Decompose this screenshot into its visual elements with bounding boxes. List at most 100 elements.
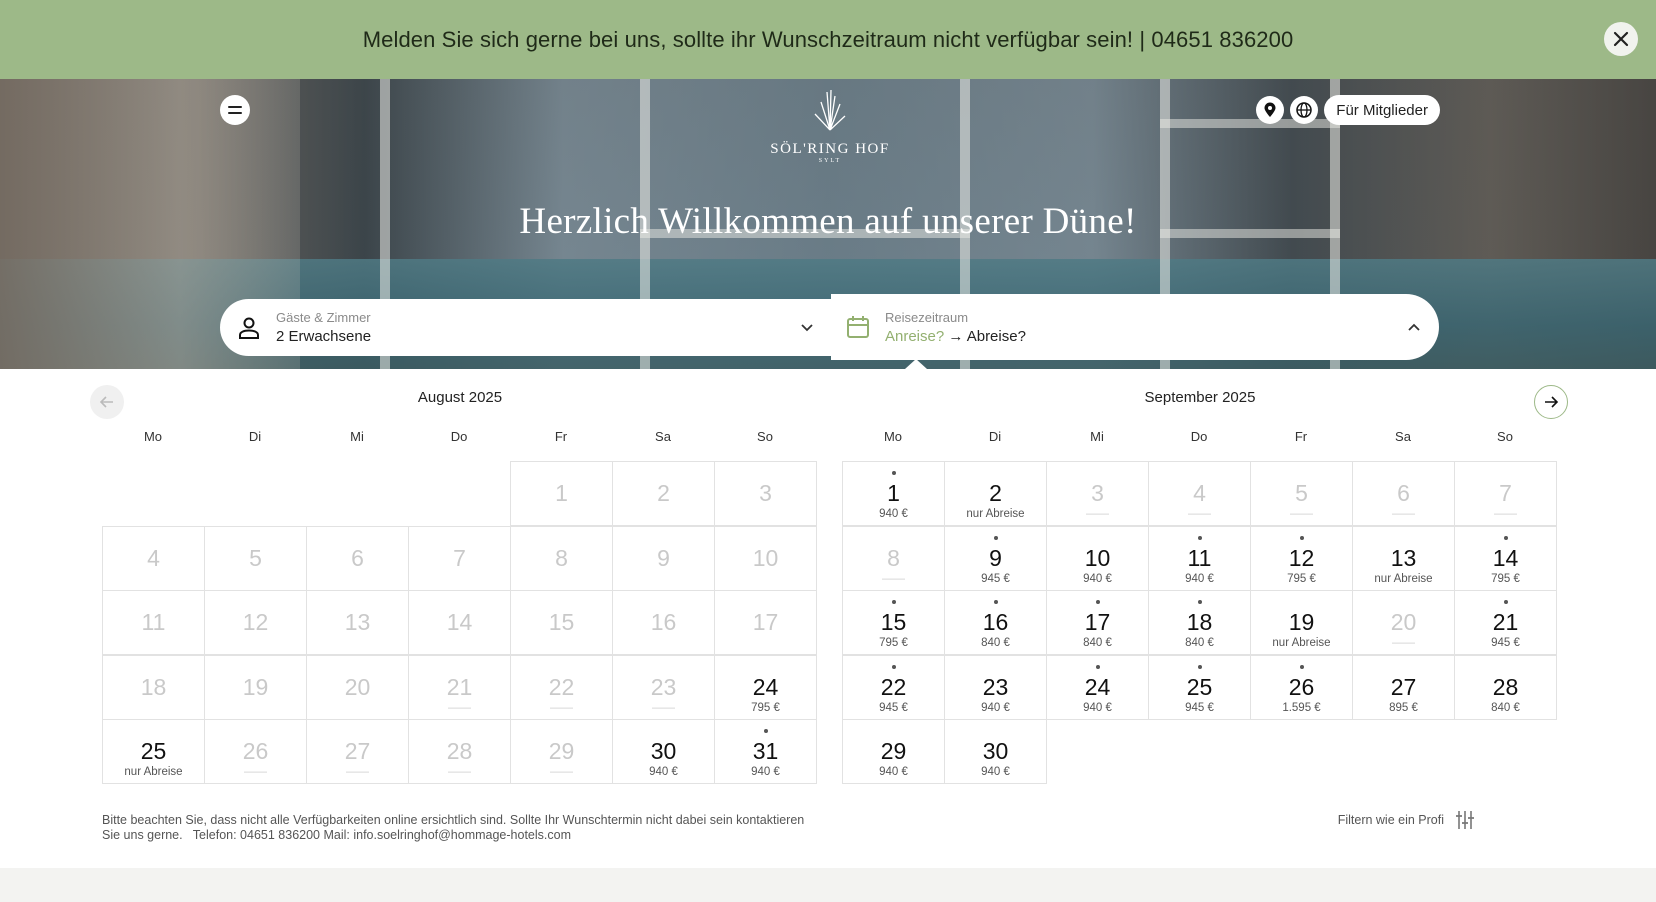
hotel-logo[interactable]: SÖL'RING HOF SYLT: [770, 88, 890, 168]
weekday-header: Mo Di Mi Do Fr Sa So: [842, 429, 1556, 444]
day-cell[interactable]: 23 940 €: [944, 654, 1047, 720]
day-price: 940 €: [879, 508, 908, 520]
day-number: 8: [555, 544, 568, 571]
day-cell[interactable]: 10 940 €: [1046, 525, 1149, 591]
day-number: 25: [140, 738, 167, 764]
day-cell: 11: [102, 590, 205, 655]
day-cell: 29 ——: [510, 719, 613, 784]
day-cell[interactable]: 28 840 €: [1454, 654, 1557, 720]
day-cell[interactable]: 15 795 €: [842, 590, 945, 655]
travel-period-field[interactable]: Reisezeitraum Anreise? → Abreise?: [831, 294, 1439, 360]
day-cell[interactable]: 25 nur Abreise: [102, 719, 205, 784]
day-number: 3: [759, 480, 772, 506]
day-price: 940 €: [981, 766, 1010, 778]
location-button[interactable]: [1256, 96, 1285, 124]
day-cell[interactable]: 2 nur Abreise: [944, 461, 1047, 526]
day-price: ——: [652, 701, 675, 714]
day-cell[interactable]: 26 1.595 €: [1250, 654, 1353, 720]
availability-dot: [763, 729, 768, 733]
day-number: 28: [1492, 673, 1519, 700]
day-cell[interactable]: 24 940 €: [1046, 654, 1149, 720]
day-number: 29: [880, 738, 907, 764]
day-cell[interactable]: 27 895 €: [1352, 654, 1455, 720]
day-number: 10: [752, 544, 779, 571]
day-number: 1: [887, 480, 900, 506]
day-number: 5: [249, 544, 262, 571]
day-number: 2: [989, 480, 1002, 506]
weekday-label: Sa: [1395, 429, 1411, 444]
travel-period-value: Anreise? → Abreise?: [885, 328, 1026, 345]
availability-dot: [891, 600, 896, 604]
weekday-label: Sa: [655, 429, 671, 444]
day-cell[interactable]: 31 940 €: [714, 719, 817, 784]
page: { "banner": {"text": "Melden Sie sich ge…: [0, 0, 1656, 902]
day-number: 13: [344, 609, 371, 635]
day-number: 5: [1295, 480, 1308, 506]
day-cell[interactable]: 25 945 €: [1148, 654, 1251, 720]
day-price: ——: [550, 766, 573, 778]
day-number: 7: [1499, 480, 1512, 506]
day-cell[interactable]: 16 840 €: [944, 590, 1047, 655]
day-number: 27: [344, 738, 371, 764]
day-cell[interactable]: 17 840 €: [1046, 590, 1149, 655]
day-price: 795 €: [1491, 572, 1520, 585]
day-number: 30: [982, 738, 1009, 764]
day-price: 795 €: [879, 637, 908, 649]
availability-dot: [1197, 664, 1202, 669]
day-number: 15: [880, 609, 907, 635]
day-cell[interactable]: 11 940 €: [1148, 525, 1251, 591]
day-number: 20: [1390, 609, 1417, 635]
day-cell[interactable]: 29 940 €: [842, 719, 945, 784]
day-cell: 4: [102, 525, 205, 591]
day-number: 19: [242, 673, 269, 700]
availability-dot: [1503, 535, 1508, 540]
day-number: 19: [1288, 609, 1315, 635]
availability-dot: [993, 535, 998, 540]
availability-dot: [1095, 664, 1100, 669]
day-cell[interactable]: 24 795 €: [714, 654, 817, 720]
day-cell[interactable]: 1 940 €: [842, 461, 945, 526]
person-icon: [239, 317, 259, 339]
day-number: 14: [1492, 544, 1519, 571]
chevron-up-icon: [1408, 323, 1420, 331]
day-price: ——: [550, 701, 573, 714]
globe-icon: [1296, 102, 1313, 118]
day-cell[interactable]: 12 795 €: [1250, 525, 1353, 591]
day-number: 30: [650, 738, 677, 764]
day-cell: 13: [306, 590, 409, 655]
day-cell[interactable]: 30 940 €: [612, 719, 715, 784]
day-cell: 14: [408, 590, 511, 655]
logo-name: SÖL'RING HOF: [770, 141, 890, 157]
day-cell: 2: [612, 461, 715, 526]
day-cell: 16: [612, 590, 715, 655]
day-number: 1: [555, 480, 568, 506]
day-price: 940 €: [879, 766, 908, 778]
menu-button[interactable]: [220, 95, 250, 125]
day-cell[interactable]: 21 945 €: [1454, 590, 1557, 655]
members-button[interactable]: Für Mitglieder: [1324, 95, 1440, 125]
language-button[interactable]: [1290, 96, 1319, 124]
day-cell[interactable]: 9 945 €: [944, 525, 1047, 591]
guests-rooms-field[interactable]: Gäste & Zimmer 2 Erwachsene: [220, 299, 832, 356]
banner-close-button[interactable]: [1604, 22, 1638, 56]
day-cell[interactable]: 19 nur Abreise: [1250, 590, 1353, 655]
day-price: ——: [346, 766, 369, 778]
note-line: Bitte beachten Sie, dass nicht alle Verf…: [102, 813, 805, 827]
weekday-label: Di: [988, 429, 1002, 444]
availability-dot: [1299, 535, 1304, 540]
day-number: 10: [1084, 544, 1111, 571]
day-cell[interactable]: 30 940 €: [944, 719, 1047, 784]
day-cell[interactable]: 22 945 €: [842, 654, 945, 720]
day-number: 31: [752, 738, 779, 764]
weekday-label: Mo: [143, 429, 163, 444]
day-cell: 18: [102, 654, 205, 720]
day-cell[interactable]: 14 795 €: [1454, 525, 1557, 591]
day-number: 4: [147, 544, 160, 571]
day-number: 16: [982, 609, 1009, 635]
day-number: 12: [242, 609, 269, 635]
weekday-label: Do: [1190, 429, 1208, 444]
day-cell[interactable]: 18 840 €: [1148, 590, 1251, 655]
day-cell[interactable]: 13 nur Abreise: [1352, 525, 1455, 591]
day-cell: 1: [510, 461, 613, 526]
pro-filter-button[interactable]: Filtern wie ein Profi: [1338, 809, 1476, 831]
